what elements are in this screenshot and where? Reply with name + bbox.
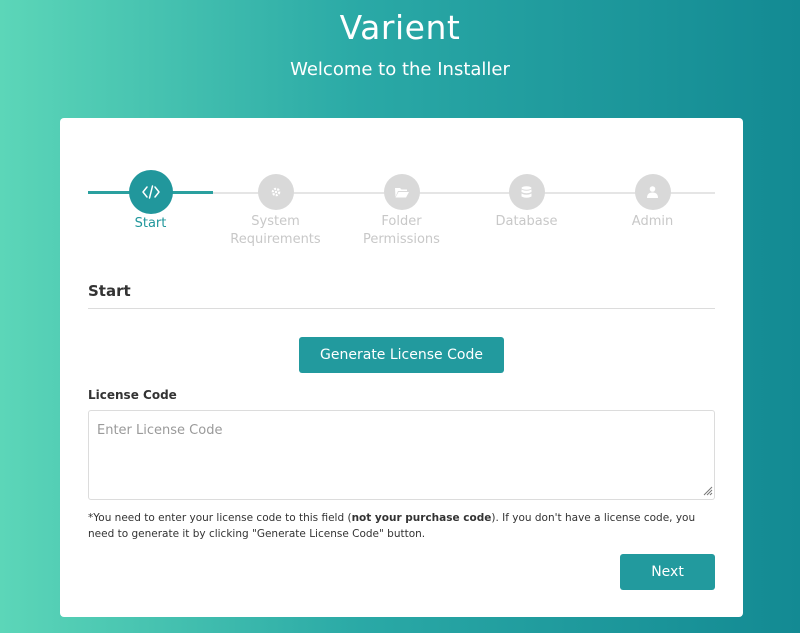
gear-icon [257,174,294,210]
step-admin: Admin [590,172,715,231]
app-subtitle: Welcome to the Installer [290,59,510,80]
generate-license-code-button[interactable]: Generate License Code [299,337,504,373]
step-database: Database [464,172,589,231]
installer-card: Start System Requirements Folder Permiss… [60,118,743,617]
section-title: Start [88,282,131,300]
folder-icon [383,174,420,210]
user-icon [634,174,671,210]
step-label-admin: Admin [631,214,674,229]
license-code-input[interactable] [88,410,715,500]
code-icon [128,170,173,214]
step-label-start: Start [134,216,167,231]
note-text-start: *You need to enter your license code to … [88,512,352,524]
step-folder-permissions: Folder Permissions [339,172,464,249]
step-label-database: Database [495,214,558,229]
step-label-system-requirements: System Requirements [230,214,321,247]
step-label-folder-permissions: Folder Permissions [363,214,440,247]
step-start: Start [88,170,213,233]
section-divider [88,308,715,309]
license-code-label: License Code [88,388,177,402]
installer-stepper: Start System Requirements Folder Permiss… [88,170,715,252]
note-emphasis: not your purchase code [351,512,492,524]
database-icon [508,174,545,210]
license-help-note: *You need to enter your license code to … [88,510,715,542]
step-system-requirements: System Requirements [213,172,338,249]
next-button[interactable]: Next [620,554,715,590]
app-title: Varient [339,8,461,47]
resize-handle-icon[interactable] [701,484,713,496]
